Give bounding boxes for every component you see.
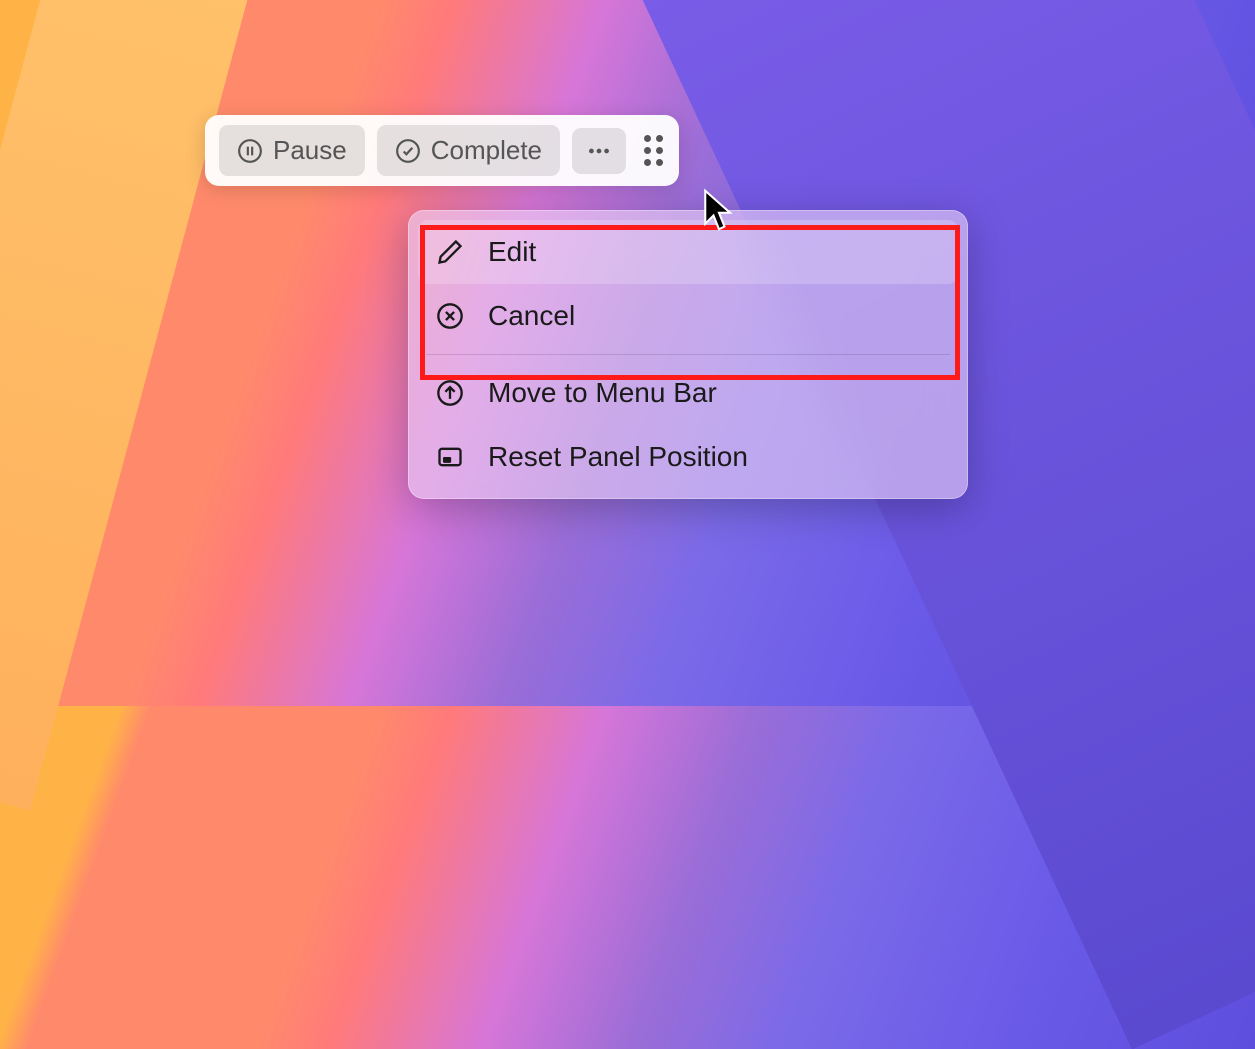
arrow-up-circle-icon <box>436 379 464 407</box>
more-options-button[interactable] <box>572 128 626 174</box>
menu-item-cancel[interactable]: Cancel <box>418 284 958 348</box>
complete-label: Complete <box>431 135 542 166</box>
menu-item-reset-panel-position[interactable]: Reset Panel Position <box>418 425 958 489</box>
pause-label: Pause <box>273 135 347 166</box>
pencil-icon <box>436 238 464 266</box>
pause-icon <box>237 138 263 164</box>
menu-item-edit[interactable]: Edit <box>418 220 958 284</box>
drag-dot <box>644 135 651 142</box>
ellipsis-icon <box>586 138 612 164</box>
drag-dot <box>656 159 663 166</box>
floating-toolbar: Pause Complete <box>205 115 679 186</box>
context-menu: Edit Cancel Move to Menu Bar Reset Panel… <box>408 210 968 499</box>
drag-dot <box>656 147 663 154</box>
drag-dot <box>644 147 651 154</box>
pause-button[interactable]: Pause <box>219 125 365 176</box>
panel-icon <box>436 443 464 471</box>
menu-item-label: Move to Menu Bar <box>488 377 717 409</box>
drag-handle[interactable] <box>638 131 665 170</box>
close-circle-icon <box>436 302 464 330</box>
menu-separator <box>426 354 950 355</box>
menu-item-label: Reset Panel Position <box>488 441 748 473</box>
menu-item-move-to-menu-bar[interactable]: Move to Menu Bar <box>418 361 958 425</box>
drag-dot <box>656 135 663 142</box>
drag-dot <box>644 159 651 166</box>
menu-item-label: Edit <box>488 236 536 268</box>
background-decoration <box>625 0 1255 1049</box>
checkmark-circle-icon <box>395 138 421 164</box>
menu-item-label: Cancel <box>488 300 575 332</box>
complete-button[interactable]: Complete <box>377 125 560 176</box>
